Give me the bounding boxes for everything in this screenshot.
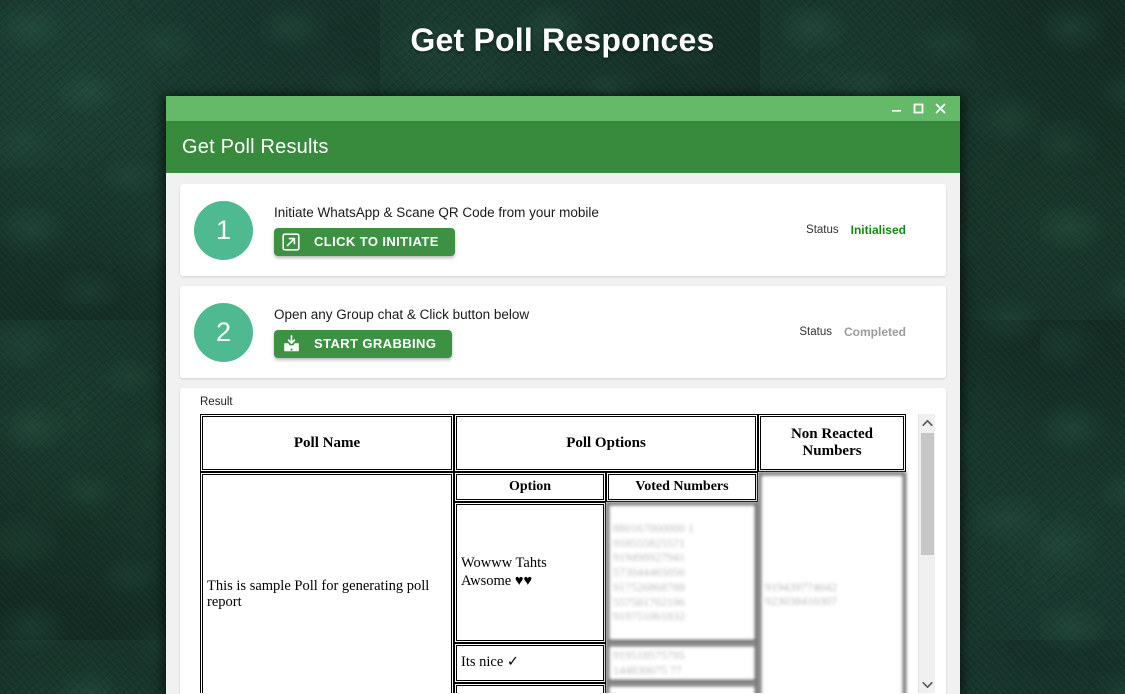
click-to-initiate-button[interactable]: CLICK TO INITIATE [274,228,455,256]
result-panel: Result Poll Name Poll Options [180,388,946,694]
voted-numbers-3 [606,683,758,694]
table-row: This is sample Poll for generating poll … [200,472,906,693]
status-value-1: Initialised [851,223,906,237]
column-option: Option [454,472,606,502]
voted-numbers-2: 919518575795 144830075 77 [606,643,758,683]
status-label-2: Status [799,326,832,338]
step-card-1: 1 Initiate WhatsApp & Scane QR Code from… [180,184,946,276]
step-content-2: Open any Group chat & Click button below… [274,307,799,358]
window-header: Get Poll Results [166,121,960,173]
page-title: Get Poll Responces [0,22,1125,59]
close-icon[interactable] [929,98,951,120]
start-grabbing-button[interactable]: START GRABBING [274,330,452,358]
result-legend: Result [200,396,935,408]
step-number-2: 2 [194,303,253,362]
window-titlebar [166,96,960,121]
scroll-down-icon[interactable] [919,676,935,693]
column-non-reacted: Non Reacted Numbers [758,414,906,472]
step-card-2: 2 Open any Group chat & Click button bel… [180,286,946,378]
minimize-icon[interactable] [885,98,907,120]
cell-poll-options: Option Voted Numbers Wowww Tahts Awsome … [454,472,758,693]
voted-numbers-1: 880167000000 1 918555825571 919498927941… [606,502,758,643]
cell-non-reacted-numbers: 919439774042 923038410307 [758,472,906,693]
column-voted-numbers: Voted Numbers [606,472,758,502]
status-group-2: Status Completed [799,325,906,339]
click-to-initiate-label: CLICK TO INITIATE [308,234,455,249]
start-grabbing-label: START GRABBING [308,336,452,351]
poll-results-table: Poll Name Poll Options Non Reacted Numbe… [200,414,906,693]
table-header-row: Poll Name Poll Options Non Reacted Numbe… [200,414,906,472]
option-label-3: You can choose this [454,683,606,694]
inner-header-row: Option Voted Numbers [454,472,758,502]
step-instruction-2: Open any Group chat & Click button below [274,307,799,322]
option-row: You can choose this [454,683,758,694]
app-body: 1 Initiate WhatsApp & Scane QR Code from… [166,173,960,694]
poll-options-table: Option Voted Numbers Wowww Tahts Awsome … [454,472,758,693]
result-viewport: Poll Name Poll Options Non Reacted Numbe… [200,414,935,693]
maximize-icon[interactable] [907,98,929,120]
option-label-1: Wowww Tahts Awsome ♥♥ [454,502,606,643]
download-inbox-icon [274,335,308,353]
column-poll-options: Poll Options [454,414,758,472]
external-link-icon [274,233,308,251]
column-poll-name: Poll Name [200,414,454,472]
step-instruction-1: Initiate WhatsApp & Scane QR Code from y… [274,205,806,220]
status-value-2: Completed [844,325,906,339]
app-window: Get Poll Results 1 Initiate WhatsApp & S… [166,96,960,694]
vertical-scrollbar[interactable] [918,414,935,693]
option-row: Wowww Tahts Awsome ♥♥ 880167000000 1 918… [454,502,758,643]
step-content-1: Initiate WhatsApp & Scane QR Code from y… [274,205,806,256]
status-group-1: Status Initialised [806,223,906,237]
scroll-up-icon[interactable] [919,414,935,431]
window-header-title: Get Poll Results [182,136,329,159]
scrollbar-thumb[interactable] [921,433,934,555]
status-label-1: Status [806,224,839,236]
result-table-scroll[interactable]: Poll Name Poll Options Non Reacted Numbe… [200,414,914,693]
option-label-2: Its nice ✓ [454,643,606,683]
step-number-1: 1 [194,201,253,260]
cell-poll-name: This is sample Poll for generating poll … [200,472,454,693]
option-row: Its nice ✓ 919518575795 144830075 77 [454,643,758,683]
